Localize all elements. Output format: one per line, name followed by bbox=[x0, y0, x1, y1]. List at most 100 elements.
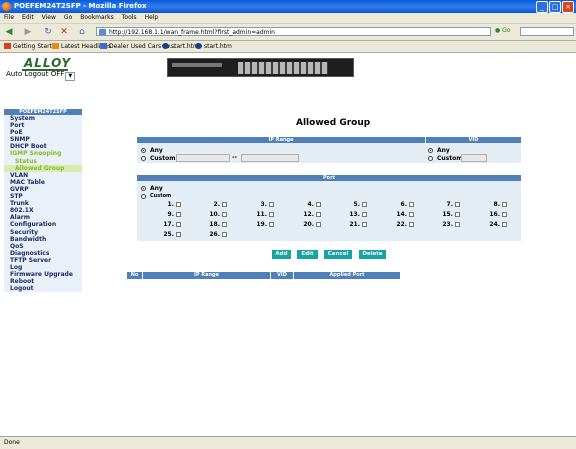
sidebar-item-logout[interactable]: Logout bbox=[4, 285, 82, 293]
sidebar-item-qos[interactable]: QoS bbox=[4, 242, 82, 250]
menu-help[interactable]: Help bbox=[141, 13, 163, 21]
vid-input[interactable] bbox=[461, 154, 487, 162]
sidebar-item-gvrp[interactable]: GVRP bbox=[4, 185, 82, 194]
stop-icon[interactable]: ✕ bbox=[58, 26, 70, 38]
port-label: 14. bbox=[396, 211, 407, 218]
port-label: 6. bbox=[400, 201, 407, 208]
port-checkbox[interactable] bbox=[176, 232, 181, 237]
port-checkbox[interactable] bbox=[316, 212, 321, 217]
ip-custom-radio[interactable] bbox=[141, 156, 146, 161]
back-icon[interactable]: ◀ bbox=[3, 26, 15, 38]
port-label: 9. bbox=[167, 211, 174, 218]
port-checkbox[interactable] bbox=[409, 222, 414, 227]
vid-any-radio[interactable] bbox=[428, 148, 433, 153]
bookmark-start-2[interactable]: start.htm bbox=[195, 43, 232, 50]
sidebar-item-trunk[interactable]: Trunk bbox=[4, 200, 82, 208]
close-button[interactable]: × bbox=[562, 1, 574, 13]
ip-end-input[interactable] bbox=[241, 154, 299, 162]
ip-range-separator: -- bbox=[232, 154, 237, 161]
sidebar-item-dhcp-boot[interactable]: DHCP Boot bbox=[4, 143, 82, 151]
vid-custom-label: Custom bbox=[437, 155, 463, 162]
sidebar-item-allowed-group[interactable]: Allowed Group bbox=[4, 164, 82, 172]
ip-any-radio[interactable] bbox=[141, 148, 146, 153]
port-label: 12. bbox=[303, 211, 314, 218]
port-checkbox[interactable] bbox=[316, 202, 321, 207]
reload-icon[interactable]: ↻ bbox=[42, 26, 54, 38]
vid-custom-radio[interactable] bbox=[428, 156, 433, 161]
sidebar-item-reboot[interactable]: Reboot bbox=[4, 278, 82, 286]
port-checkbox[interactable] bbox=[222, 222, 227, 227]
port-checkbox[interactable] bbox=[455, 222, 460, 227]
sidebar-item-802-1x[interactable]: 802.1X bbox=[4, 207, 82, 215]
auto-logout-select[interactable]: OFF ▼ bbox=[51, 70, 76, 81]
sidebar-item-port[interactable]: Port bbox=[4, 122, 82, 130]
port-checkbox[interactable] bbox=[455, 212, 460, 217]
port-any-radio[interactable] bbox=[141, 186, 146, 191]
port-checkbox[interactable] bbox=[222, 202, 227, 207]
sidebar-item-vlan[interactable]: VLAN bbox=[4, 171, 82, 179]
sidebar-item-poe[interactable]: PoE bbox=[4, 129, 82, 137]
search-input[interactable] bbox=[520, 27, 574, 36]
page-icon bbox=[99, 29, 106, 35]
port-checkbox[interactable] bbox=[502, 212, 507, 217]
sidebar-item-alarm[interactable]: Alarm bbox=[4, 214, 82, 222]
port-checkbox[interactable] bbox=[269, 222, 274, 227]
sidebar-item-stp[interactable]: STP bbox=[4, 193, 82, 201]
add-button[interactable]: Add bbox=[272, 250, 291, 259]
home-icon[interactable]: ⌂ bbox=[76, 26, 88, 38]
sidebar-item-system[interactable]: System bbox=[4, 115, 82, 123]
sidebar-item-bandwidth[interactable]: Bandwidth bbox=[4, 235, 82, 243]
port-label: 10. bbox=[209, 211, 220, 218]
go-button[interactable]: ● Go bbox=[495, 27, 510, 34]
port-checkbox[interactable] bbox=[269, 212, 274, 217]
port-checkbox[interactable] bbox=[176, 202, 181, 207]
cancel-button[interactable]: Cancel bbox=[324, 250, 352, 259]
sidebar-item-diagnostics[interactable]: Diagnostics bbox=[4, 249, 82, 257]
port-header: Port bbox=[137, 175, 521, 181]
menu-file[interactable]: File bbox=[0, 13, 18, 21]
sidebar-item-log[interactable]: Log bbox=[4, 263, 82, 272]
port-checkbox[interactable] bbox=[362, 222, 367, 227]
port-checkbox[interactable] bbox=[269, 202, 274, 207]
port-label: 19. bbox=[256, 221, 267, 228]
sidebar-item-status[interactable]: Status bbox=[4, 157, 82, 165]
port-checkbox[interactable] bbox=[362, 202, 367, 207]
menu-go[interactable]: Go bbox=[60, 13, 76, 21]
port-checkbox[interactable] bbox=[502, 222, 507, 227]
port-checkbox[interactable] bbox=[409, 212, 414, 217]
url-text: http://192.168.1.1/wan_frame.html?first_… bbox=[109, 29, 275, 36]
port-checkbox[interactable] bbox=[409, 202, 414, 207]
sidebar-item-mac-table[interactable]: MAC Table bbox=[4, 178, 82, 186]
maximize-button[interactable]: □ bbox=[549, 1, 561, 13]
sidebar-item-firmware-upgrade[interactable]: Firmware Upgrade bbox=[4, 271, 82, 279]
port-checkbox[interactable] bbox=[455, 202, 460, 207]
url-input[interactable]: http://192.168.1.1/wan_frame.html?first_… bbox=[96, 27, 491, 36]
bookmark-start-1[interactable]: start.htm bbox=[162, 43, 199, 50]
ip-start-input[interactable] bbox=[176, 154, 230, 162]
edit-button[interactable]: Edit bbox=[297, 250, 318, 259]
menu-edit[interactable]: Edit bbox=[18, 13, 38, 21]
sidebar-item-configuration[interactable]: Configuration bbox=[4, 221, 82, 229]
menu-view[interactable]: View bbox=[38, 13, 60, 21]
minimize-button[interactable]: _ bbox=[536, 1, 548, 13]
port-checkbox[interactable] bbox=[176, 222, 181, 227]
menu-tools[interactable]: Tools bbox=[118, 13, 141, 21]
sidebar-item-igmp-snooping[interactable]: IGMP Snooping bbox=[4, 150, 82, 158]
navigation-toolbar: ◀ ▶ ↻ ✕ ⌂ http://192.168.1.1/wan_frame.h… bbox=[0, 24, 576, 41]
port-checkbox[interactable] bbox=[362, 212, 367, 217]
port-checkbox[interactable] bbox=[176, 212, 181, 217]
menu-bookmarks[interactable]: Bookmarks bbox=[76, 13, 118, 21]
port-checkbox[interactable] bbox=[222, 232, 227, 237]
port-checkbox[interactable] bbox=[316, 222, 321, 227]
status-bar: Done bbox=[0, 436, 576, 449]
column-applied-port: Applied Port bbox=[294, 272, 400, 279]
forward-icon[interactable]: ▶ bbox=[22, 26, 34, 38]
port-checkbox[interactable] bbox=[502, 202, 507, 207]
sidebar-item-snmp[interactable]: SNMP bbox=[4, 136, 82, 144]
delete-button[interactable]: Delete bbox=[359, 250, 386, 259]
sidebar-item-tftp-server[interactable]: TFTP Server bbox=[4, 256, 82, 264]
ip-range-header: IP Range bbox=[137, 137, 425, 143]
port-checkbox[interactable] bbox=[222, 212, 227, 217]
port-custom-radio[interactable] bbox=[141, 194, 146, 199]
sidebar-item-security[interactable]: Security bbox=[4, 228, 82, 236]
